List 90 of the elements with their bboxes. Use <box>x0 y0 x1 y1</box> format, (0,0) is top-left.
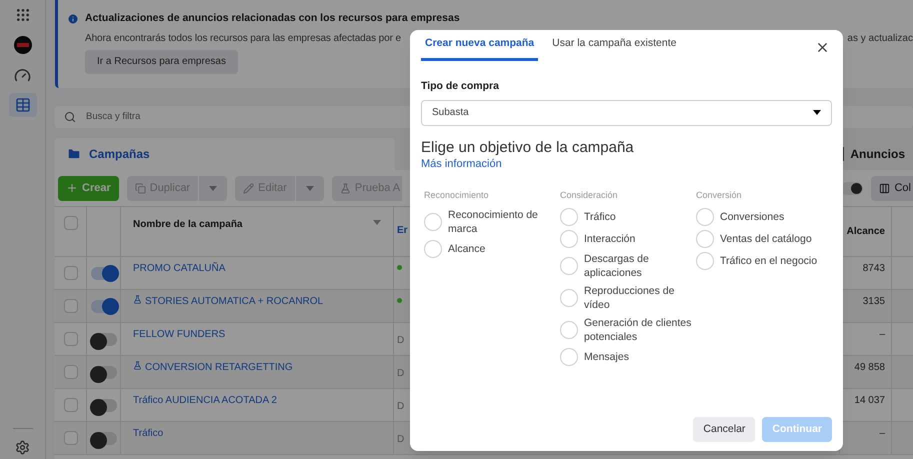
table-cell-text: 14 037 <box>854 394 885 408</box>
campaigns-tab[interactable]: Campañas <box>55 138 395 170</box>
folder-icon <box>67 147 81 161</box>
columns-button[interactable]: Col <box>871 176 913 200</box>
checkbox[interactable] <box>64 299 78 313</box>
search-input[interactable]: Busca y filtra <box>86 110 286 124</box>
table-icon <box>14 97 30 113</box>
table-cell-text: – <box>879 328 885 342</box>
option-label[interactable]: Ventas del catálogo <box>720 232 828 246</box>
option-label[interactable]: Descargas de aplicaciones <box>584 252 692 280</box>
caret-icon <box>209 186 218 190</box>
dropdown-button[interactable] <box>296 176 324 200</box>
plus-icon <box>66 182 78 194</box>
caret-icon <box>306 186 314 190</box>
campaign-link[interactable]: CONVERSION RETARGETTING <box>145 360 293 375</box>
option-label[interactable]: Reproducciones de vídeo <box>584 284 692 312</box>
field-label: Tipo de compra <box>421 79 500 94</box>
group-label: Reconocimiento <box>424 189 490 202</box>
table-cell-text: 49 858 <box>854 361 885 375</box>
group-label: Conversión <box>696 189 743 202</box>
column-header[interactable]: Nombre de la campaña <box>133 217 242 232</box>
purchase-type-select[interactable]: Subasta <box>421 100 832 126</box>
campaign-link[interactable]: FELLOW FUNDERS <box>133 327 226 342</box>
tab-label: Campañas <box>89 146 150 163</box>
flask-icon <box>340 182 351 194</box>
column-header[interactable]: Er <box>397 225 408 236</box>
banner-text: as y actualizac <box>847 32 913 46</box>
radio-button[interactable] <box>560 320 578 339</box>
campaign-link[interactable]: Tráfico AUDIENCIA ACOTADA 2 <box>133 393 277 408</box>
account-avatar-icon <box>14 36 32 54</box>
settings-icon <box>15 440 30 454</box>
table-cell-text: 8743 <box>862 262 885 276</box>
sort-icon <box>373 220 381 225</box>
campaign-link[interactable]: STORIES AUTOMATICA + ROCANROL <box>145 294 324 309</box>
radio-button[interactable] <box>696 230 714 248</box>
option-label[interactable]: Reconocimiento de marca <box>448 208 556 236</box>
caret-icon <box>813 110 821 116</box>
status-text: D <box>397 434 404 445</box>
copy-icon <box>134 182 146 194</box>
group-label: Consideración <box>560 189 619 202</box>
info-icon <box>67 12 79 25</box>
dialog-tab[interactable]: Crear nueva campaña <box>421 30 538 61</box>
radio-button[interactable] <box>696 208 714 226</box>
toggle-switch[interactable] <box>841 182 864 194</box>
option-label[interactable]: Conversiones <box>720 210 828 224</box>
radio-button[interactable] <box>560 348 578 366</box>
dialog-tab[interactable]: Usar la campaña existente <box>548 30 680 61</box>
checkbox[interactable] <box>64 365 78 379</box>
radio-button[interactable] <box>560 208 578 226</box>
column-header[interactable]: Alcance <box>846 224 885 239</box>
campaign-link[interactable]: PROMO CATALUÑA <box>133 261 226 276</box>
status-text: D <box>397 368 404 379</box>
radio-button[interactable] <box>560 230 578 248</box>
sidebar-item[interactable] <box>8 93 36 117</box>
pencil-icon <box>243 182 254 194</box>
cancel-button[interactable]: Cancelar <box>693 417 756 442</box>
option-label[interactable]: Alcance <box>448 242 556 256</box>
checkbox[interactable] <box>64 431 78 445</box>
dropdown-button[interactable] <box>199 176 228 200</box>
option-label[interactable]: Generación de clientes potenciales <box>584 316 692 344</box>
radio-button[interactable] <box>560 256 578 275</box>
radio-button[interactable] <box>424 212 442 231</box>
radio-button[interactable] <box>696 252 714 270</box>
checkbox[interactable] <box>64 398 78 412</box>
table-cell-text: 3135 <box>862 295 885 309</box>
option-label[interactable]: Tráfico en el negocio <box>720 254 828 268</box>
banner-text: Ahora encontrarás todos los recursos para las empresas afectadas por e <box>85 32 401 46</box>
more-info-link[interactable]: Más información <box>421 156 502 172</box>
gauge-icon <box>14 66 31 84</box>
radio-button[interactable] <box>560 288 578 307</box>
table-cell-text: – <box>879 427 885 441</box>
resources-button[interactable]: Ir a Recursos para empresas <box>85 50 238 74</box>
section-heading: Elige un objetivo de la campaña <box>421 138 635 156</box>
apps-grid-icon <box>14 7 30 23</box>
option-label[interactable]: Interacción <box>584 232 692 246</box>
toggle-switch[interactable] <box>90 267 116 280</box>
checkbox[interactable] <box>64 216 78 230</box>
checkbox[interactable] <box>64 266 78 280</box>
status-text: D <box>397 335 404 346</box>
columns-icon <box>879 182 890 194</box>
checkbox[interactable] <box>64 332 78 346</box>
search-icon <box>64 111 76 123</box>
status-text: D <box>397 401 404 412</box>
toggle-switch[interactable] <box>90 300 116 313</box>
option-label[interactable]: Mensajes <box>584 350 692 364</box>
close-button[interactable] <box>815 40 830 55</box>
campaign-link[interactable]: Tráfico <box>133 426 164 441</box>
radio-button[interactable] <box>424 240 442 258</box>
banner-title: Actualizaciones de anuncios relacionadas con los recursos para empresas <box>85 11 460 26</box>
option-label[interactable]: Tráfico <box>584 210 692 224</box>
